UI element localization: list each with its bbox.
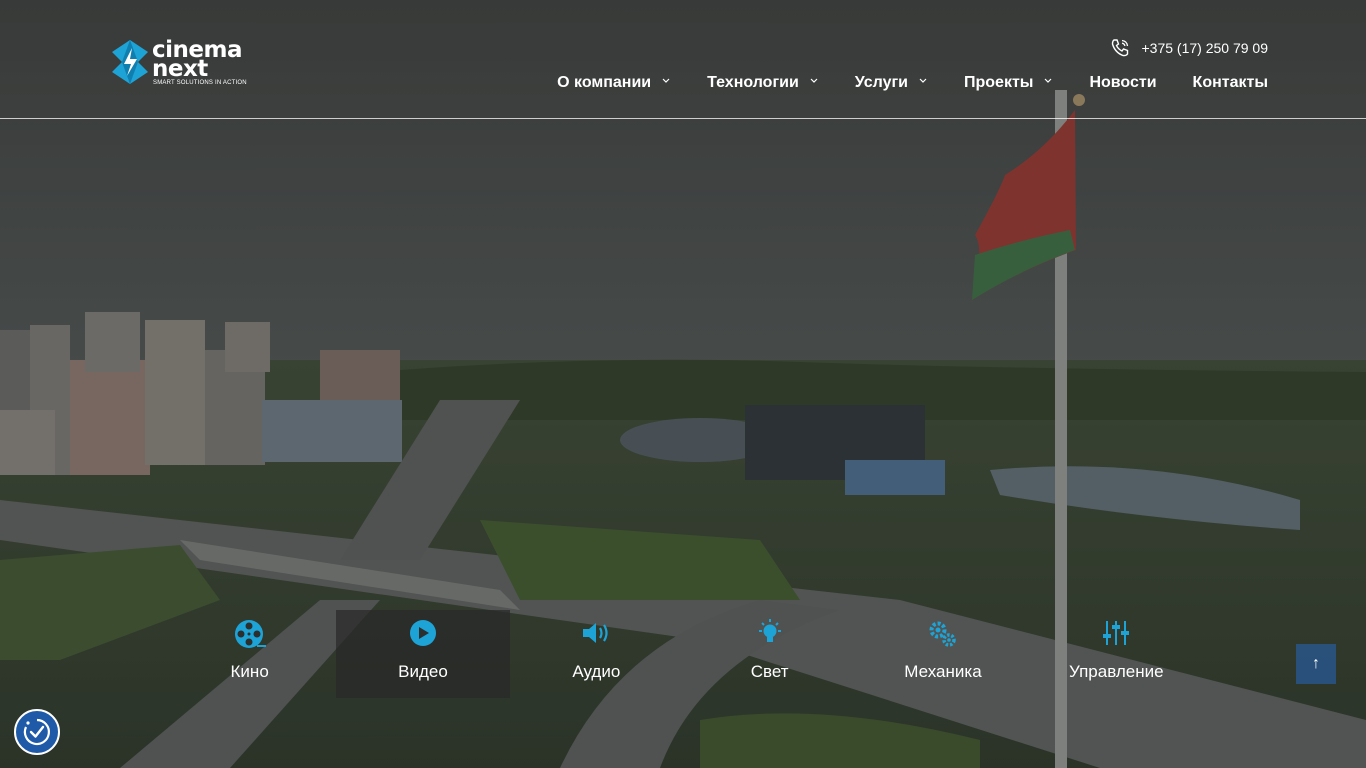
gears-icon xyxy=(929,621,956,647)
header-phone[interactable]: +375 (17) 250 79 09 xyxy=(1110,38,1269,58)
nav-item-label: Услуги xyxy=(854,74,908,91)
sliders-icon xyxy=(1103,621,1130,645)
accessibility-button[interactable] xyxy=(14,709,60,755)
nav-item-news[interactable]: Новости xyxy=(1089,74,1156,92)
speaker-icon xyxy=(583,623,608,643)
service-label: Видео xyxy=(398,662,448,681)
service-label: Управление xyxy=(1069,662,1164,681)
nav-item-label: Контакты xyxy=(1192,74,1268,91)
service-video[interactable]: Видео xyxy=(336,610,510,698)
nav-item-technologies[interactable]: Технологии xyxy=(707,74,819,92)
service-label: Аудио xyxy=(572,662,621,681)
service-label: Кино xyxy=(230,662,269,681)
service-label: Свет xyxy=(750,662,789,681)
cinema-next-logo[interactable]: cinema next SMART SOLUTIONS IN ACTION xyxy=(112,38,272,90)
lightbulb-icon xyxy=(758,619,781,642)
nav-item-projects[interactable]: Проекты xyxy=(964,74,1053,92)
phone-icon xyxy=(1111,39,1128,57)
play-icon xyxy=(409,620,436,646)
nav-item-label: Новости xyxy=(1089,74,1157,91)
arrow-up-icon: ↑ xyxy=(1312,655,1320,672)
chevron-down-icon xyxy=(1045,78,1052,83)
service-cinema[interactable]: Кино xyxy=(163,610,336,698)
nav-item-label: О компании xyxy=(557,74,652,91)
accessibility-icon xyxy=(23,718,50,746)
scroll-to-top-button[interactable]: ↑ xyxy=(1296,644,1336,684)
service-mechanics[interactable]: Механика xyxy=(856,610,1029,698)
phone-number: +375 (17) 250 79 09 xyxy=(1141,40,1269,56)
nav-item-about[interactable]: О компании xyxy=(557,74,671,92)
services-bar: Кино Видео Аудио Свет Механика Управлени… xyxy=(163,610,1203,698)
service-light[interactable]: Свет xyxy=(683,610,856,698)
main-nav: О компании Технологии Услуги Проекты Нов… xyxy=(557,72,1268,94)
nav-item-label: Проекты xyxy=(964,74,1034,91)
nav-item-contacts[interactable]: Контакты xyxy=(1193,74,1268,92)
nav-item-services[interactable]: Услуги xyxy=(855,74,928,92)
chevron-down-icon xyxy=(810,78,818,83)
site-header: cinema next SMART SOLUTIONS IN ACTION +3… xyxy=(0,0,1366,119)
chevron-down-icon xyxy=(662,78,670,83)
logo-tagline: SMART SOLUTIONS IN ACTION xyxy=(153,80,247,86)
service-audio[interactable]: Аудио xyxy=(510,610,683,698)
logo-mark-icon xyxy=(112,40,148,84)
nav-item-label: Технологии xyxy=(707,74,799,91)
chevron-down-icon xyxy=(919,78,927,83)
film-reel-icon xyxy=(234,620,266,648)
service-control[interactable]: Управление xyxy=(1030,610,1203,698)
service-label: Механика xyxy=(904,662,982,681)
logo-word-next: next xyxy=(152,56,208,82)
